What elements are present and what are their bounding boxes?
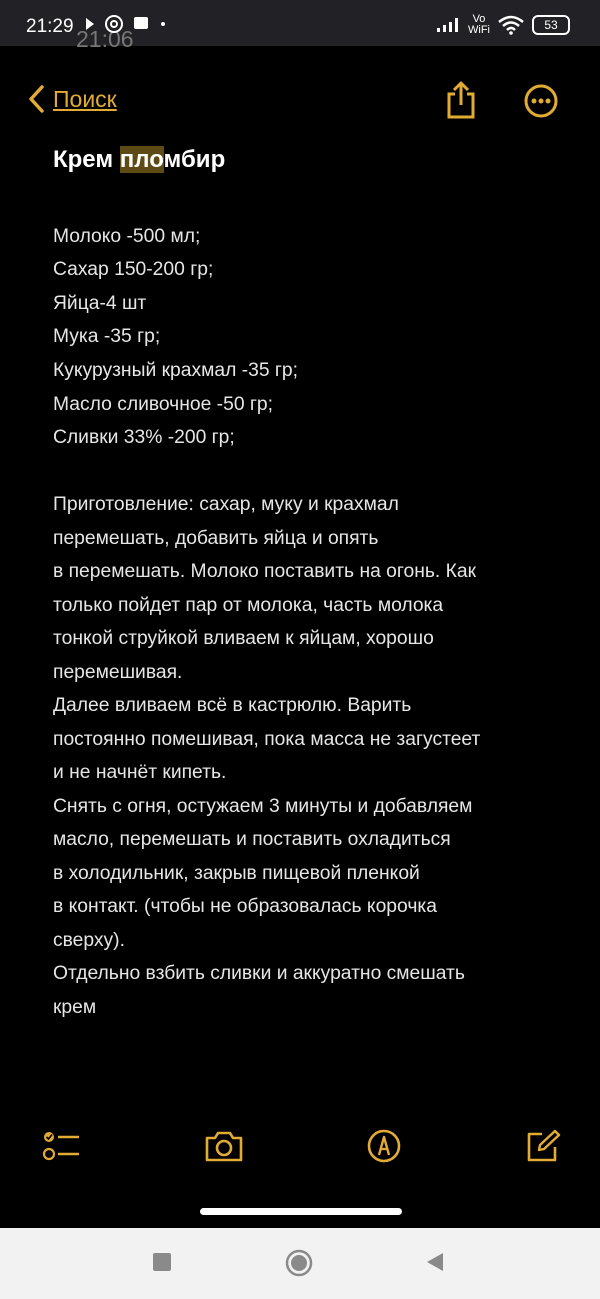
note-line: Сливки 33% -200 гр; [53,427,235,448]
note-line: Далее вливаем всё в кастрюлю. Варить [53,695,412,716]
share-button[interactable] [444,80,478,125]
note-line: Снять с огня, остужаем 3 минуты и добавл… [53,796,473,817]
wifi-icon [498,15,524,35]
circle-home-icon [285,1249,313,1277]
note-line: Кукурузный крахмал -35 гр; [53,360,299,381]
note-line: Отдельно взбить сливки и аккуратно смеша… [53,963,465,984]
status-bar: 21:29 21:06 Vo WiFi 53 [0,0,600,52]
battery-level: 53 [544,18,558,32]
system-back-button[interactable] [425,1252,445,1277]
play-icon [86,18,94,30]
note-line: перемешать, добавить яйца и опять [53,528,379,549]
note-line: крем [53,997,97,1018]
note-line: в контакт. (чтобы не образовалась корочк… [53,896,437,917]
note-line: тонкой струйкой вливаем к яйцам, хорошо [53,628,434,649]
dot-icon [161,22,165,26]
system-status-icons: Vo WiFi 53 [436,14,570,36]
chevron-left-icon [29,85,44,113]
more-button[interactable] [524,84,558,123]
status-time: 21:29 [26,16,74,37]
checklist-icon [42,1132,79,1161]
search-highlight: пло [119,146,164,173]
notification-icons [84,14,168,34]
system-navigation-bar [0,1228,600,1299]
recents-button[interactable] [152,1252,172,1277]
markup-button[interactable] [366,1128,402,1169]
note-title[interactable]: Крем пломбир [53,146,225,174]
compose-icon [527,1129,561,1162]
note-line: перемешивая. [53,662,183,683]
note-line: масло, перемешать и поставить охладиться [53,829,451,850]
note-line: в перемешать. Молоко поставить на огонь.… [53,561,477,582]
back-button[interactable]: Поиск [27,84,117,114]
square-icon [153,1253,171,1271]
note-title-end: мбир [163,146,226,173]
more-icon [524,84,558,118]
note-line: Приготовление: сахар, муку и крахмал [53,494,399,515]
nav-bar: Поиск [0,78,600,128]
back-button-label: Поиск [53,85,117,112]
note-line: Мука -35 гр; [53,326,161,347]
note-line: только пойдет пар от молока, часть молок… [53,595,444,616]
compose-button[interactable] [525,1128,561,1169]
note-line: и не начнёт кипеть. [53,762,227,783]
battery-indicator: 53 [532,15,570,35]
markup-icon [367,1129,401,1163]
note-line: Яйца-4 шт [53,293,147,314]
home-indicator[interactable] [200,1208,402,1215]
camera-button[interactable] [203,1128,245,1169]
note-line: сверху). [53,930,125,951]
at-sign-icon [105,15,123,33]
note-line: постоянно помешивая, пока масса не загус… [53,729,481,750]
signal-icon [437,18,458,32]
note-line: в холодильник, закрыв пищевой пленкой [53,863,420,884]
note-title-start: Крем [53,146,120,173]
checklist-button[interactable] [42,1128,82,1169]
camera-icon [205,1131,243,1162]
note-line: Молоко -500 мл; [53,226,201,247]
note-line: Масло сливочное -50 гр; [53,394,274,415]
share-icon [447,81,475,119]
app-notification-icon [134,17,148,29]
note-line: Сахар 150-200 гр; [53,259,214,280]
vowifi-indicator: Vo WiFi [468,14,490,36]
vowifi-bottom-label: WiFi [468,24,490,36]
triangle-back-icon [427,1253,443,1271]
home-button[interactable] [285,1249,313,1282]
